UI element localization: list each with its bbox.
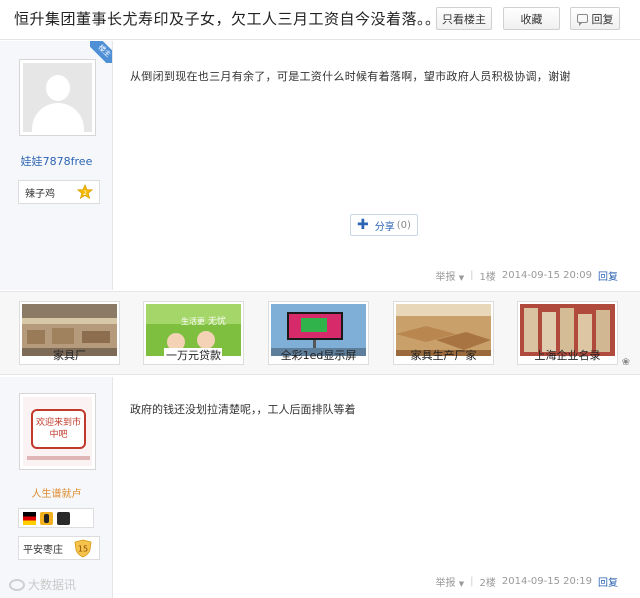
author-name[interactable]: 娃娃7878free bbox=[0, 153, 113, 169]
welcome-avatar-image: 欢迎来到市中吧 bbox=[23, 397, 92, 466]
author-sidebar: 欢迎来到市中吧 人生谱就卢 平安枣庄 15 bbox=[0, 377, 113, 598]
thread-header: 恒升集团董事长尤寿印及子女，欠工人三月工资自今没着落。。 只看楼主 收藏 回复 bbox=[0, 0, 640, 40]
level-badge[interactable]: 辣子鸡 2 bbox=[18, 180, 100, 204]
user-icons-row bbox=[18, 508, 94, 528]
report-link[interactable]: 举报 ▼ bbox=[436, 268, 465, 283]
ad-item[interactable]: 生活更 无忧 一万元贷款 bbox=[143, 301, 244, 365]
ad-caption: 家具厂 bbox=[53, 349, 86, 362]
level-title: 辣子鸡 bbox=[25, 188, 55, 200]
watermark: 大数据讯 bbox=[9, 576, 76, 593]
reply-icon bbox=[576, 14, 588, 26]
floor-number: 1楼 bbox=[479, 272, 496, 283]
reply-button[interactable]: 回复 bbox=[570, 7, 620, 30]
dropdown-arrow-icon: ▼ bbox=[458, 580, 465, 588]
ad-item[interactable]: 家具生产厂家 bbox=[393, 301, 494, 365]
thread-title: 恒升集团董事长尤寿印及子女，欠工人三月工资自今没着落。。 bbox=[14, 10, 441, 28]
germany-flag-icon[interactable] bbox=[23, 511, 36, 525]
watermark-logo-icon bbox=[9, 578, 25, 591]
post-datetime: 2014-09-15 20:19 bbox=[501, 576, 592, 587]
default-avatar-icon bbox=[23, 63, 92, 132]
plus-icon: ✚ bbox=[357, 217, 369, 233]
floor-number: 2楼 bbox=[479, 578, 496, 589]
post-datetime: 2014-09-15 20:09 bbox=[501, 270, 592, 281]
ad-item[interactable]: 上海企业名录 bbox=[517, 301, 618, 365]
level-title: 平安枣庄 bbox=[23, 544, 63, 556]
svg-text:2: 2 bbox=[83, 189, 87, 197]
report-link[interactable]: 举报 ▼ bbox=[436, 574, 465, 589]
paw-icon[interactable]: ❀ bbox=[622, 357, 630, 368]
game-icon[interactable] bbox=[57, 511, 70, 525]
svg-text:无忧: 无忧 bbox=[208, 315, 226, 327]
author-sidebar: 楼主 娃娃7878free 辣子鸡 2 bbox=[0, 41, 113, 290]
svg-text:15: 15 bbox=[78, 545, 88, 554]
ad-caption: 家具生产厂家 bbox=[410, 349, 477, 362]
only-op-button[interactable]: 只看楼主 bbox=[436, 7, 492, 30]
ad-item[interactable]: 全彩1ed显示屏 bbox=[268, 301, 369, 365]
dropdown-arrow-icon: ▼ bbox=[458, 274, 465, 282]
post-floor-2: 欢迎来到市中吧 人生谱就卢 平安枣庄 15 政府的钱还没划拉清楚呢，，工人后面排… bbox=[0, 377, 640, 598]
post-meta: 举报 ▼ | 1楼 2014-09-15 20:09 回复 bbox=[435, 268, 618, 283]
avatar[interactable]: 欢迎来到市中吧 bbox=[19, 393, 96, 470]
figure-icon[interactable] bbox=[40, 511, 53, 525]
ad-item[interactable]: 家具厂 bbox=[19, 301, 120, 365]
post-reply-link[interactable]: 回复 bbox=[598, 574, 618, 589]
post-floor-1: 楼主 娃娃7878free 辣子鸡 2 从倒闭到现在也三月有余了，可是工资什么时… bbox=[0, 41, 640, 290]
level-badge[interactable]: 平安枣庄 15 bbox=[18, 536, 100, 560]
post-reply-link[interactable]: 回复 bbox=[598, 268, 618, 283]
post-content: 政府的钱还没划拉清楚呢，，工人后面排队等着 bbox=[130, 403, 356, 416]
ad-caption: 全彩1ed显示屏 bbox=[280, 349, 357, 362]
op-corner-badge: 楼主 bbox=[90, 41, 112, 63]
ad-caption: 上海企业名录 bbox=[534, 349, 601, 362]
svg-text:生活更: 生活更 bbox=[181, 316, 205, 326]
thread-page: 恒升集团董事长尤寿印及子女，欠工人三月工资自今没着落。。 只看楼主 收藏 回复 … bbox=[0, 0, 640, 598]
star-level-icon: 2 bbox=[77, 184, 93, 200]
author-name[interactable]: 人生谱就卢 bbox=[0, 485, 113, 500]
post-meta: 举报 ▼ | 2楼 2014-09-15 20:19 回复 bbox=[435, 574, 618, 589]
favorite-button[interactable]: 收藏 bbox=[503, 7, 560, 30]
shield-level-icon: 15 bbox=[74, 539, 92, 558]
ad-strip: 家具厂 生活更 无忧 一万元贷款 全彩1ed显示屏 家具生产厂家 上海企业名录 … bbox=[0, 291, 640, 375]
avatar[interactable] bbox=[19, 59, 96, 136]
reply-button-label: 回复 bbox=[591, 12, 614, 26]
post-content: 从倒闭到现在也三月有余了，可是工资什么时候有着落啊，望市政府人员积极协调，谢谢 bbox=[130, 70, 571, 83]
share-button[interactable]: ✚ 分享 (0) bbox=[350, 214, 418, 236]
ad-caption: 一万元贷款 bbox=[166, 349, 221, 362]
